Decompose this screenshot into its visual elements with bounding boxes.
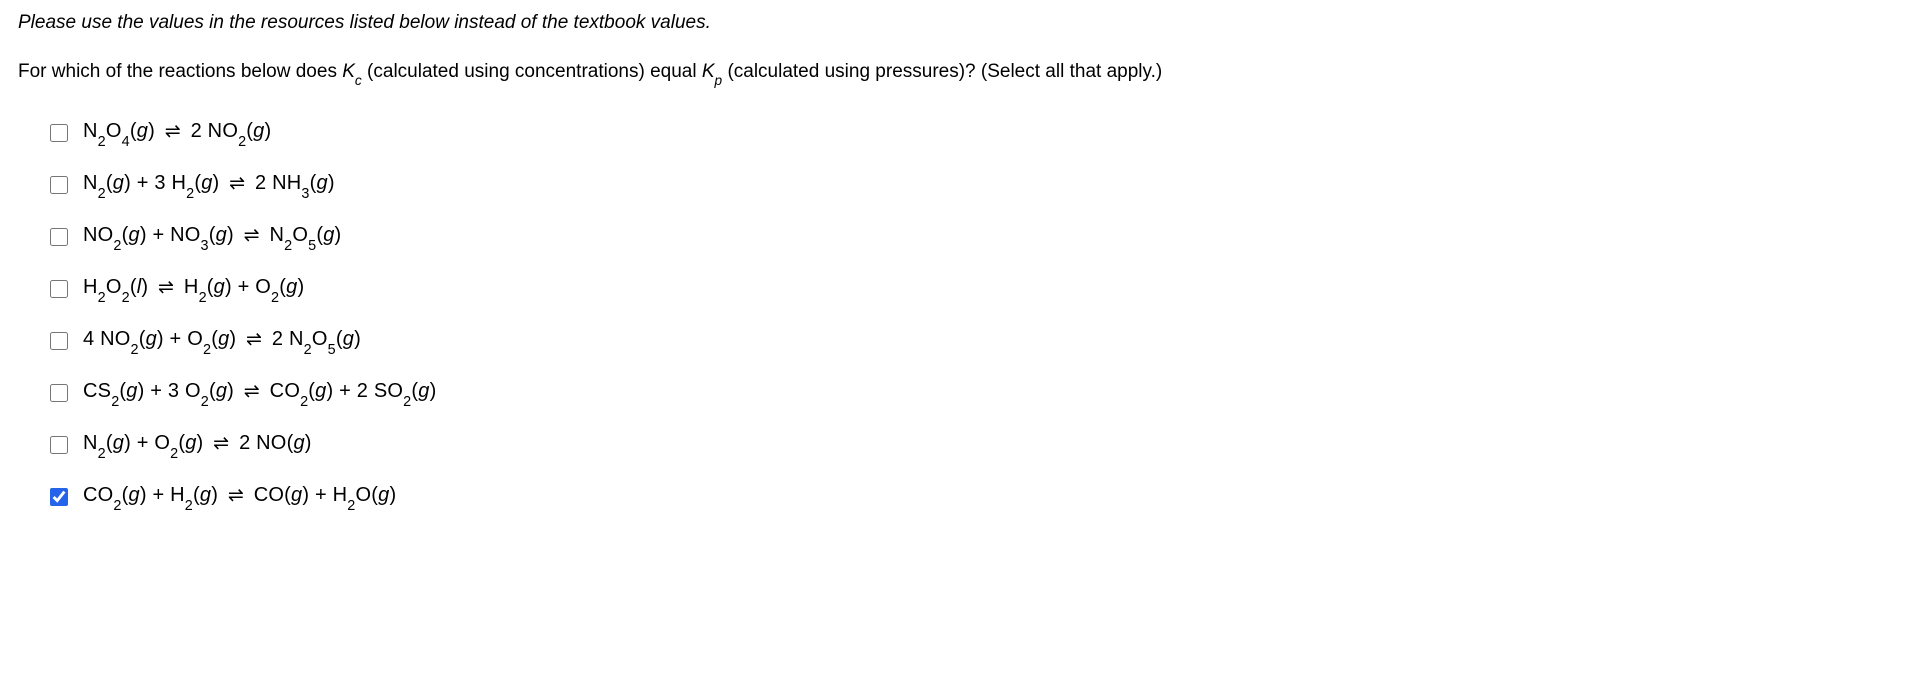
equilibrium-arrow-icon: ⇌ [225,173,249,194]
checkbox-reaction-5[interactable] [50,332,68,350]
option-row-5[interactable]: 4 NO2(g) + O2(g) ⇌ 2 N2O5(g) [46,318,1890,364]
equilibrium-arrow-icon: ⇌ [240,225,264,246]
checkbox-reaction-8[interactable] [50,488,68,506]
equation-4: H2O2(l) ⇌ H2(g) + O2(g) [83,276,304,302]
checkbox-reaction-6[interactable] [50,384,68,402]
option-row-2[interactable]: N2(g) + 3 H2(g) ⇌ 2 NH3(g) [46,162,1890,208]
equilibrium-arrow-icon: ⇌ [240,381,264,402]
resource-instruction: Please use the values in the resources l… [18,12,1890,34]
equation-1: N2O4(g) ⇌ 2 NO2(g) [83,120,271,146]
option-row-1[interactable]: N2O4(g) ⇌ 2 NO2(g) [46,110,1890,156]
checkbox-reaction-4[interactable] [50,280,68,298]
checkbox-reaction-1[interactable] [50,124,68,142]
checkbox-reaction-3[interactable] [50,228,68,246]
option-row-3[interactable]: NO2(g) + NO3(g) ⇌ N2O5(g) [46,214,1890,260]
option-row-6[interactable]: CS2(g) + 3 O2(g) ⇌ CO2(g) + 2 SO2(g) [46,370,1890,416]
checkbox-reaction-2[interactable] [50,176,68,194]
equation-2: N2(g) + 3 H2(g) ⇌ 2 NH3(g) [83,172,335,198]
equilibrium-arrow-icon: ⇌ [224,485,248,506]
equilibrium-arrow-icon: ⇌ [209,433,233,454]
option-row-7[interactable]: N2(g) + O2(g) ⇌ 2 NO(g) [46,422,1890,468]
equilibrium-arrow-icon: ⇌ [154,277,178,298]
checkbox-reaction-7[interactable] [50,436,68,454]
kp-symbol: Kp [702,61,722,82]
equation-6: CS2(g) + 3 O2(g) ⇌ CO2(g) + 2 SO2(g) [83,380,436,406]
equation-8: CO2(g) + H2(g) ⇌ CO(g) + H2O(g) [83,484,396,510]
equation-5: 4 NO2(g) + O2(g) ⇌ 2 N2O5(g) [83,328,361,354]
prompt-kp-paren: (calculated using pressures)? (Select al… [727,61,1162,82]
equation-3: NO2(g) + NO3(g) ⇌ N2O5(g) [83,224,341,250]
kc-symbol: Kc [342,61,362,82]
option-row-4[interactable]: H2O2(l) ⇌ H2(g) + O2(g) [46,266,1890,312]
equilibrium-arrow-icon: ⇌ [242,329,266,350]
question-prompt: For which of the reactions below does Kc… [18,58,1890,88]
options-list: N2O4(g) ⇌ 2 NO2(g) N2(g) + 3 H2(g) ⇌ 2 N… [18,110,1890,520]
option-row-8[interactable]: CO2(g) + H2(g) ⇌ CO(g) + H2O(g) [46,474,1890,520]
equilibrium-arrow-icon: ⇌ [161,121,185,142]
prompt-kc-paren: (calculated using concentrations) equal [367,61,702,82]
prompt-lead: For which of the reactions below does [18,61,342,82]
equation-7: N2(g) + O2(g) ⇌ 2 NO(g) [83,432,312,458]
